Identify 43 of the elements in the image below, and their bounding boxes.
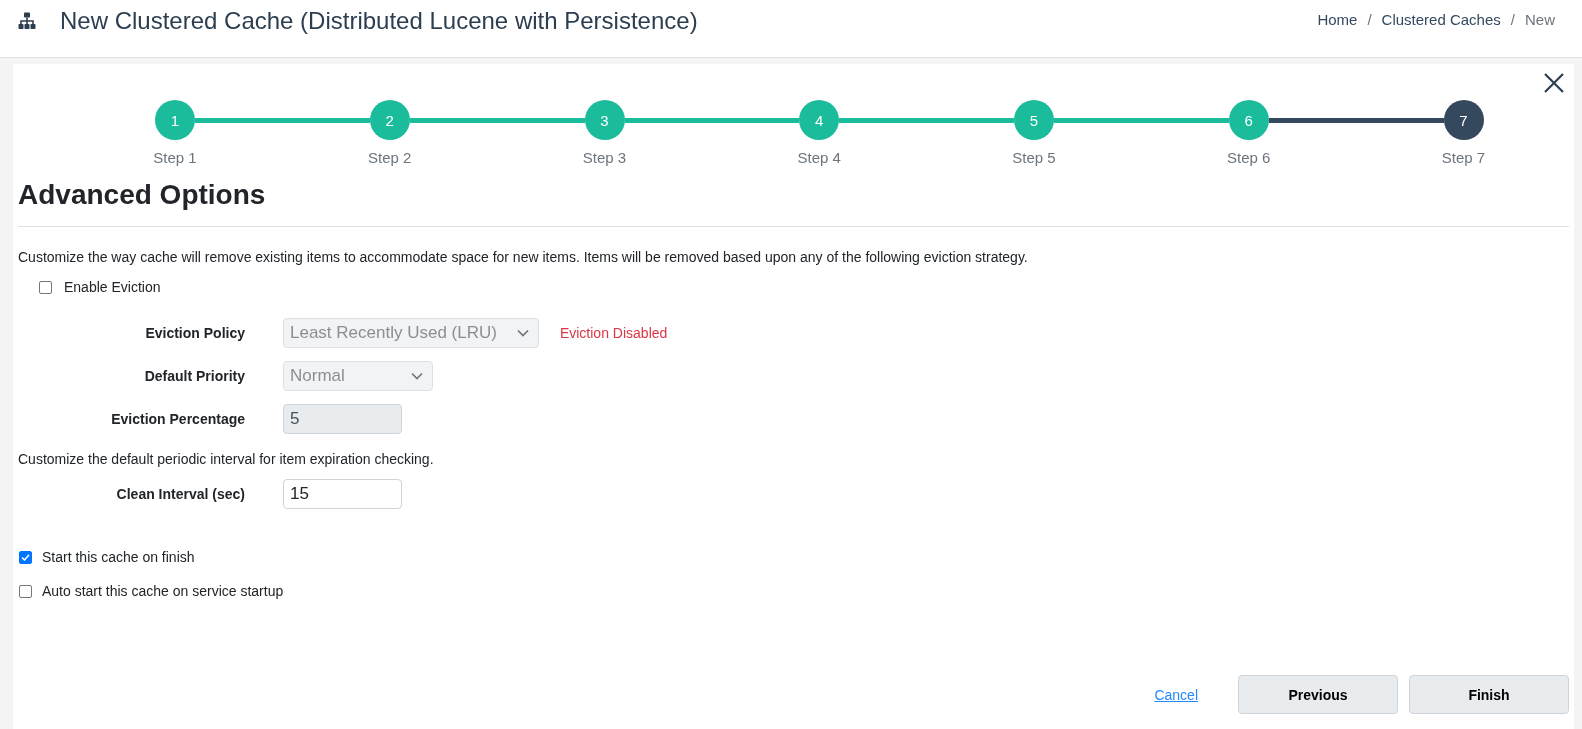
sitemap-icon — [18, 12, 36, 30]
breadcrumb-link[interactable]: Clustered Caches — [1381, 10, 1501, 30]
cancel-link[interactable]: Cancel — [1154, 684, 1198, 705]
checkbox-label: Enable Eviction — [64, 278, 161, 297]
chevron-down-icon — [516, 329, 529, 337]
finish-button[interactable]: Finish — [1409, 675, 1569, 714]
step-circle[interactable]: 2 — [369, 100, 410, 140]
step-label: Step 6 — [1227, 148, 1271, 168]
checkbox[interactable] — [39, 280, 52, 294]
checkmark-icon — [21, 553, 30, 561]
step-circle[interactable]: 4 — [799, 100, 840, 140]
text-field[interactable]: 15 — [283, 479, 402, 509]
step-label: Step 5 — [1012, 148, 1056, 168]
field-label: Eviction Policy — [145, 324, 245, 343]
step-circle[interactable]: 1 — [155, 100, 195, 140]
field-label: Eviction Percentage — [111, 410, 245, 429]
section-description: Customize the way cache will remove existing items to accommodate space for new items. Items will be removed based upon any of the following eviction strategy. — [18, 248, 1029, 267]
breadcrumb-separator: / — [1509, 10, 1516, 30]
warning-text: Eviction Disabled — [559, 324, 668, 343]
breadcrumb-separator: / — [1366, 10, 1373, 30]
step-circle[interactable]: 6 — [1228, 100, 1269, 140]
previous-button[interactable]: Previous — [1238, 675, 1398, 714]
step-circle[interactable]: 5 — [1014, 100, 1054, 140]
breadcrumb-link[interactable]: Home — [1317, 10, 1358, 30]
checkbox-label: Auto start this cache on service startup — [42, 582, 284, 601]
page-title: New Clustered Cache (Distributed Lucene with Persistence) — [60, 6, 698, 36]
step-label: Step 4 — [797, 148, 841, 168]
close-icon — [1544, 73, 1564, 93]
breadcrumb-current: New — [1525, 10, 1555, 30]
section-heading: Advanced Options — [18, 178, 267, 212]
step-label: Step 1 — [153, 148, 197, 168]
step-circle[interactable]: 7 — [1443, 100, 1484, 140]
chevron-down-icon — [411, 372, 423, 380]
step-label: Step 7 — [1441, 148, 1486, 168]
field-label: Clean Interval (sec) — [116, 485, 245, 504]
step-circle[interactable]: 3 — [584, 100, 625, 140]
step-label: Step 2 — [368, 148, 412, 168]
checkbox[interactable] — [19, 584, 32, 598]
checkbox[interactable] — [19, 550, 32, 564]
field-label: Default Priority — [144, 367, 245, 386]
checkbox-label: Start this cache on finish — [42, 548, 195, 567]
section-description: Customize the default periodic interval for item expiration checking. — [18, 450, 435, 469]
step-label: Step 3 — [582, 148, 627, 168]
